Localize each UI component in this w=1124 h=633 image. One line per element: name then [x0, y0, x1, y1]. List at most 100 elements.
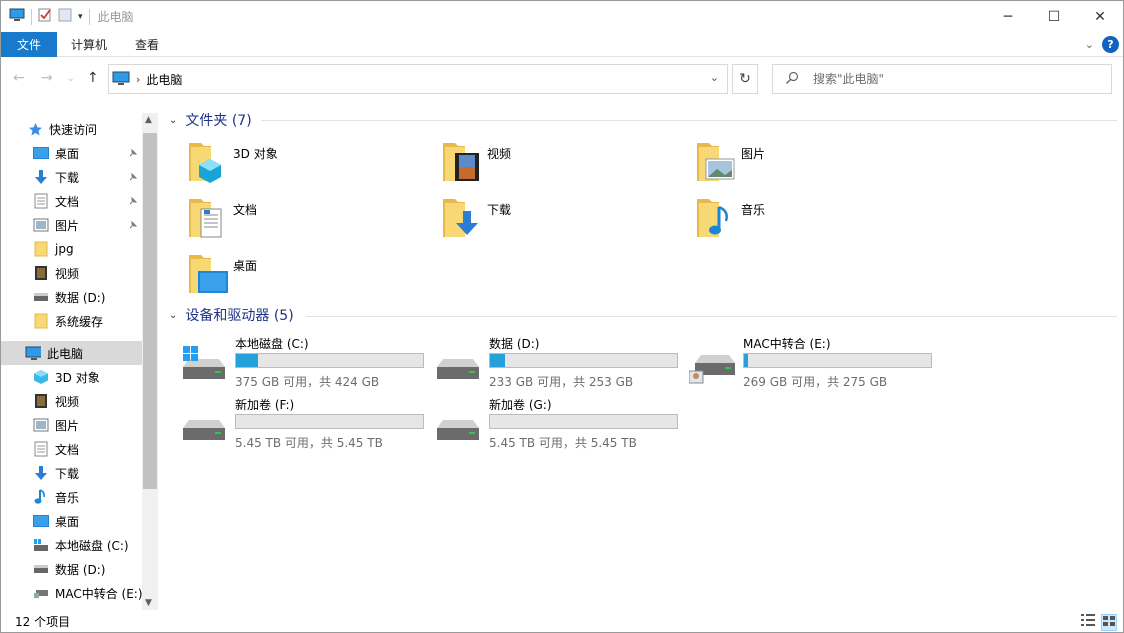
sidebar-item-this-pc[interactable]: 此电脑 [1, 341, 142, 365]
download-icon [33, 169, 49, 185]
pin-icon[interactable] [128, 147, 138, 161]
sidebar-item-drive-e[interactable]: MAC中转合 (E:) [1, 581, 143, 605]
sidebar-item-system-cache[interactable]: 系统缓存 [1, 309, 142, 333]
folder-desktop[interactable]: 桌面 [171, 251, 411, 303]
expand-ribbon-icon[interactable]: ⌄ [1085, 38, 1094, 51]
tab-computer[interactable]: 计算机 [57, 32, 121, 57]
drive-tile[interactable]: MAC中转合 (E:) 269 GB 可用，共 275 GB [679, 337, 932, 395]
drive-free-space: 269 GB 可用，共 275 GB [743, 375, 888, 389]
address-bar[interactable]: › 此电脑 ⌄ [108, 64, 728, 94]
sidebar-item-desktop[interactable]: 桌面 [1, 141, 142, 165]
sidebar-item-3d-objects[interactable]: 3D 对象 [1, 365, 142, 389]
drive-usage-bar [235, 414, 424, 429]
explorer-window: ▾ 此电脑 ─ ☐ ✕ 文件 计算机 查看 ⌄ ? ← → ⌄ ↑ › 此电脑 [0, 0, 1124, 633]
drive-icon [435, 406, 483, 446]
sidebar-item-drive-d-pc[interactable]: 数据 (D:) [1, 557, 142, 581]
sidebar-item-jpg[interactable]: jpg [1, 237, 142, 261]
sidebar-item-pictures[interactable]: 图片 [1, 213, 142, 237]
folder-documents[interactable]: 文档 [171, 195, 411, 247]
sidebar-item-drive-d[interactable]: 数据 (D:) [1, 285, 142, 309]
large-icons-view-icon[interactable] [1101, 614, 1117, 631]
computer-icon [25, 345, 41, 361]
computer-icon [112, 70, 130, 89]
sidebar-item-drive-c[interactable]: 本地磁盘 (C:) [1, 533, 142, 557]
drive-tile[interactable]: 新加卷 (F:) 5.45 TB 可用，共 5.45 TB [171, 398, 424, 456]
folder-music[interactable]: 音乐 [679, 195, 919, 247]
sidebar-scrollbar[interactable]: ▲ ▼ [142, 113, 158, 610]
shared-drive-icon [688, 345, 737, 385]
sidebar-item-quick-access[interactable]: 快速访问 [1, 117, 142, 141]
new-folder-icon[interactable] [58, 8, 72, 25]
sidebar-item-documents-pc[interactable]: 文档 [1, 437, 142, 461]
pin-icon[interactable] [128, 195, 138, 209]
computer-icon [9, 8, 25, 25]
chevron-right-icon[interactable]: › [136, 73, 140, 86]
windows-drive-icon [181, 345, 229, 385]
drive-name: 新加卷 (G:) [489, 398, 552, 412]
properties-icon[interactable] [38, 8, 52, 25]
scrollbar-thumb[interactable] [143, 133, 157, 489]
pin-icon[interactable] [128, 219, 138, 233]
ribbon-tabs: 文件 计算机 查看 ⌄ ? [1, 31, 1123, 57]
drive-free-space: 5.45 TB 可用，共 5.45 TB [489, 436, 637, 450]
sidebar-item-videos-pc[interactable]: 视频 [1, 389, 142, 413]
search-input[interactable] [813, 72, 1093, 86]
search-icon [785, 71, 799, 88]
desktop-icon [33, 145, 49, 161]
sidebar-item-downloads-pc[interactable]: 下载 [1, 461, 142, 485]
back-icon[interactable]: ← [13, 70, 25, 86]
chevron-down-icon[interactable]: ⌄ [169, 310, 177, 321]
documents-folder-icon [187, 195, 231, 239]
scroll-down-icon[interactable]: ▼ [145, 598, 152, 608]
sidebar-item-documents[interactable]: 文档 [1, 189, 142, 213]
up-icon[interactable]: ↑ [87, 70, 99, 86]
sidebar-item-downloads[interactable]: 下载 [1, 165, 142, 189]
drive-name: 本地磁盘 (C:) [235, 337, 309, 351]
windows-drive-icon [33, 537, 49, 553]
pictures-folder-icon [695, 139, 739, 183]
drive-free-space: 233 GB 可用，共 253 GB [489, 375, 634, 389]
refresh-button[interactable]: ↻ [732, 64, 758, 94]
folder-videos[interactable]: 视频 [425, 139, 665, 191]
sidebar-item-music[interactable]: 音乐 [1, 485, 142, 509]
help-icon[interactable]: ? [1102, 36, 1119, 53]
maximize-button[interactable]: ☐ [1031, 1, 1077, 32]
chevron-down-icon[interactable]: ⌄ [710, 71, 719, 84]
pin-icon[interactable] [128, 171, 138, 185]
music-icon [33, 489, 49, 505]
drive-tile[interactable]: 新加卷 (G:) 5.45 TB 可用，共 5.45 TB [425, 398, 678, 456]
tab-view[interactable]: 查看 [121, 32, 173, 57]
folders-group-header[interactable]: ⌄ 文件夹 (7) [169, 109, 252, 131]
folder-downloads[interactable]: 下载 [425, 195, 665, 247]
divider [261, 120, 1117, 121]
close-button[interactable]: ✕ [1077, 1, 1123, 32]
sidebar-item-videos[interactable]: 视频 [1, 261, 142, 285]
breadcrumb[interactable]: 此电脑 [146, 71, 182, 88]
navigation-bar: ← → ⌄ ↑ › 此电脑 ⌄ ↻ [1, 58, 1123, 100]
scroll-up-icon[interactable]: ▲ [145, 115, 152, 125]
details-view-icon[interactable] [1081, 614, 1095, 631]
sidebar-item-pictures-pc[interactable]: 图片 [1, 413, 142, 437]
folder-3d-objects[interactable]: 3D 对象 [171, 139, 411, 191]
drives-group-header[interactable]: ⌄ 设备和驱动器 (5) [169, 304, 294, 326]
recent-locations-icon[interactable]: ⌄ [67, 74, 75, 84]
drive-tile[interactable]: 数据 (D:) 233 GB 可用，共 253 GB [425, 337, 678, 395]
drive-free-space: 5.45 TB 可用，共 5.45 TB [235, 436, 383, 450]
chevron-down-icon[interactable]: ⌄ [169, 115, 177, 126]
cube-icon [33, 369, 49, 385]
drive-name: 数据 (D:) [489, 337, 540, 351]
minimize-button[interactable]: ─ [985, 1, 1031, 32]
desktop-icon [33, 513, 49, 529]
tab-file[interactable]: 文件 [1, 31, 58, 57]
drive-tile[interactable]: 本地磁盘 (C:) 375 GB 可用，共 424 GB [171, 337, 424, 395]
document-icon [33, 441, 49, 457]
divider [306, 316, 1117, 317]
sidebar-item-desktop-pc[interactable]: 桌面 [1, 509, 142, 533]
search-box[interactable] [772, 64, 1112, 94]
shared-drive-icon [33, 585, 49, 601]
drive-name: MAC中转合 (E:) [743, 337, 831, 351]
folder-icon [33, 313, 49, 329]
customize-qat-icon[interactable]: ▾ [78, 12, 83, 22]
folder-pictures[interactable]: 图片 [679, 139, 919, 191]
forward-icon[interactable]: → [41, 70, 53, 86]
